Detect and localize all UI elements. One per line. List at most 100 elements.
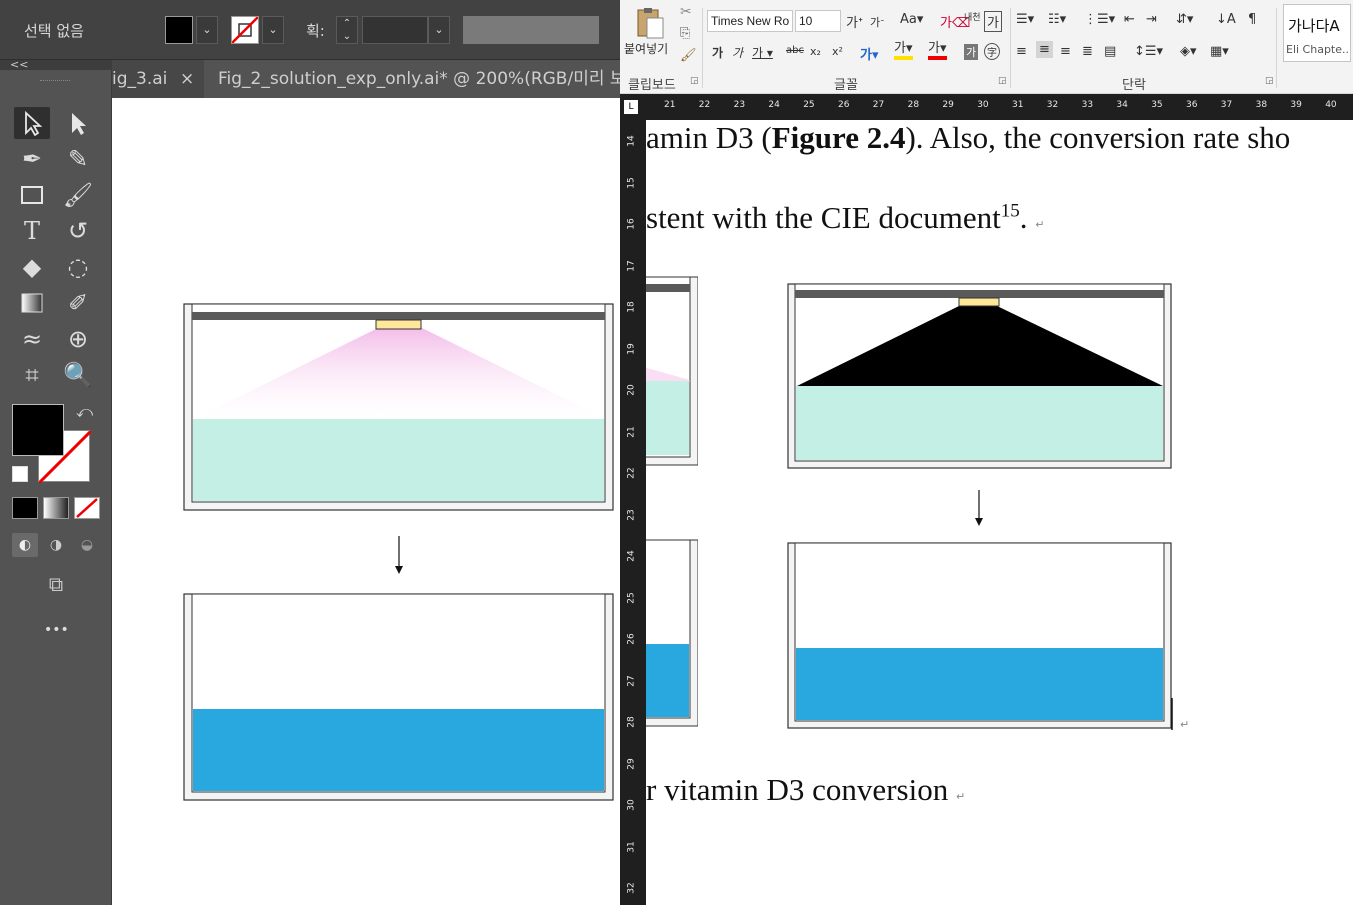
default-colors-icon[interactable] xyxy=(12,466,28,482)
char-shading-icon[interactable]: 가 xyxy=(964,44,979,60)
superscript-icon[interactable]: x² xyxy=(832,45,843,58)
subscript-icon[interactable]: x₂ xyxy=(810,45,821,58)
control-bar: 선택 없음 ⌄ ⌄ 획: ⌃ ⌄ ⌄ xyxy=(0,0,620,60)
cut-icon[interactable]: ✂ xyxy=(680,4,692,20)
line-spacing-icon[interactable]: ↕☰▾ xyxy=(1134,44,1163,59)
increase-indent-icon[interactable]: ⇥ xyxy=(1146,12,1157,27)
align-left-icon[interactable]: ≡ xyxy=(1016,44,1027,59)
shape-builder-tool-icon[interactable]: ⊕ xyxy=(60,323,96,355)
horizontal-ruler[interactable]: L 21 22 23 24 25 26 27 28 29 30 31 32 33 34 35 36 37 38 39… xyxy=(620,94,1353,120)
borders-icon[interactable]: ▦▾ xyxy=(1210,44,1229,59)
bold-icon[interactable]: 가 xyxy=(712,44,723,61)
grow-font-icon[interactable]: 가ᐩ xyxy=(846,12,863,31)
rotate-tool-icon[interactable]: ↺ xyxy=(60,215,96,247)
strikethrough-icon[interactable]: abc xyxy=(786,45,804,56)
shrink-font-icon[interactable]: 가ᐨ xyxy=(870,14,884,30)
zoom-tool-icon[interactable]: 🔍 xyxy=(60,359,96,391)
artboard[interactable] xyxy=(112,98,620,905)
stroke-weight-dropdown[interactable]: ⌄ xyxy=(428,16,450,44)
text-direction-icon[interactable]: ⇵▾ xyxy=(1176,12,1193,27)
edit-toolbar-button[interactable]: ••• xyxy=(44,622,69,638)
variable-width-profile[interactable] xyxy=(463,16,599,44)
ruler-number: 34 xyxy=(1116,100,1128,110)
fill-dropdown[interactable]: ⌄ xyxy=(196,16,218,44)
stroke-dropdown[interactable]: ⌄ xyxy=(262,16,284,44)
change-case-icon[interactable]: Aa▾ xyxy=(900,12,923,27)
stroke-weight-field[interactable] xyxy=(362,16,428,44)
tab-selector-icon[interactable]: L xyxy=(624,100,638,114)
word-window: 붙여넣기 ✂ ⎘ 🖌 클립보드 ◲ Times New Ro 10 가ᐩ 가ᐨ … xyxy=(620,0,1353,905)
draw-behind-icon[interactable]: ◑ xyxy=(43,533,69,557)
container-with-dark-cone xyxy=(787,283,1172,469)
rectangle-tool-icon[interactable] xyxy=(14,179,50,211)
distribute-icon[interactable]: ▤ xyxy=(1104,44,1116,59)
tab-fig-3[interactable]: ig_3.ai × xyxy=(112,60,204,98)
clipboard-launcher-icon[interactable]: ◲ xyxy=(690,76,699,86)
gradient-mode-icon[interactable] xyxy=(43,497,69,519)
selection-tool-icon[interactable] xyxy=(14,107,50,139)
decrease-indent-icon[interactable]: ⇤ xyxy=(1124,12,1135,27)
justify-icon[interactable]: ≣ xyxy=(1082,44,1093,59)
phonetic-guide-icon[interactable]: 내천 xyxy=(964,10,981,23)
lasso-tool-icon[interactable]: ◌ xyxy=(60,251,96,283)
color-mode-icon[interactable] xyxy=(12,497,38,519)
container-with-lamp xyxy=(183,303,614,511)
format-painter-icon[interactable]: 🖌 xyxy=(680,48,697,63)
direct-selection-tool-icon[interactable] xyxy=(60,107,96,139)
curvature-tool-icon[interactable]: ✎ xyxy=(60,143,96,175)
numbering-icon[interactable]: ☷▾ xyxy=(1048,12,1066,27)
eraser-tool-icon[interactable]: ◆ xyxy=(14,251,50,283)
screen-mode-icon[interactable]: ⧉ xyxy=(38,572,74,596)
stroke-swatch[interactable] xyxy=(231,16,259,44)
stroke-weight-stepper[interactable]: ⌃ ⌄ xyxy=(336,16,358,44)
close-icon[interactable]: × xyxy=(180,60,194,98)
eyedropper-tool-icon[interactable]: ✐ xyxy=(60,287,96,319)
underline-icon[interactable]: 가 ▾ xyxy=(752,44,773,61)
copy-icon[interactable]: ⎘ xyxy=(680,26,690,41)
swap-colors-icon[interactable]: ⤺ xyxy=(76,402,93,422)
fill-color-box[interactable] xyxy=(12,404,64,456)
paragraph-launcher-icon[interactable]: ◲ xyxy=(1265,76,1274,86)
draw-normal-icon[interactable]: ◐ xyxy=(12,533,38,557)
collapse-toolbar-button[interactable]: << xyxy=(10,58,28,71)
ruler-number: 26 xyxy=(838,100,850,110)
bullets-icon[interactable]: ☰▾ xyxy=(1016,12,1034,27)
sort-icon[interactable]: ↓A xyxy=(1216,12,1236,27)
ruler-number: 21 xyxy=(626,425,637,438)
style-gallery-item[interactable]: 가나다A Eli Chapte... xyxy=(1283,4,1351,62)
ruler-number: 38 xyxy=(1255,100,1268,110)
text-effects-icon[interactable]: 가▾ xyxy=(860,44,879,63)
italic-icon[interactable]: 가 xyxy=(732,44,743,61)
draw-inside-icon[interactable]: ◒ xyxy=(74,533,100,557)
warp-tool-icon[interactable]: ≈ xyxy=(14,323,50,355)
font-color-icon[interactable]: 가▾ xyxy=(928,42,947,60)
figure-reference: Figure 2.4 xyxy=(771,120,906,155)
highlight-icon[interactable]: 가▾ xyxy=(894,42,913,60)
tab-fig-2-solution[interactable]: Fig_2_solution_exp_only.ai* @ 200%(RGB/미… xyxy=(204,60,620,98)
multilevel-list-icon[interactable]: ⋮☰▾ xyxy=(1084,12,1115,27)
document-page[interactable]: amin D3 (Figure 2.4). Also, the conversi… xyxy=(646,120,1353,905)
show-marks-icon[interactable]: ¶ xyxy=(1248,12,1256,27)
align-right-icon[interactable]: ≡ xyxy=(1060,44,1071,59)
embedded-figure[interactable] xyxy=(646,270,1353,740)
paste-button[interactable]: 붙여넣기 xyxy=(624,40,668,57)
style-name: Eli Chapte... xyxy=(1286,43,1351,56)
shading-icon[interactable]: ◈▾ xyxy=(1180,44,1197,59)
grip-handle[interactable] xyxy=(40,80,70,83)
paste-icon[interactable] xyxy=(634,6,666,40)
vertical-ruler[interactable]: 14 15 16 17 18 19 20 21 22 23 24 25 26 27 28 29 30 31 32 xyxy=(620,120,646,905)
align-center-icon[interactable]: ≡ xyxy=(1036,41,1053,58)
font-name-box[interactable]: Times New Ro xyxy=(707,10,793,32)
font-size-box[interactable]: 10 xyxy=(795,10,841,32)
paragraph-mark: ↵ xyxy=(955,790,966,803)
font-launcher-icon[interactable]: ◲ xyxy=(998,76,1007,86)
none-mode-icon[interactable] xyxy=(74,497,100,519)
gradient-tool-icon[interactable] xyxy=(14,287,50,319)
fill-swatch[interactable] xyxy=(165,16,193,44)
enclose-char-icon[interactable]: 字 xyxy=(984,43,1000,60)
artboard-tool-icon[interactable]: ⌗ xyxy=(14,359,50,391)
pen-tool-icon[interactable]: ✒ xyxy=(14,143,50,175)
type-tool-icon[interactable]: T xyxy=(14,215,50,247)
char-border-icon[interactable]: 가 xyxy=(984,11,1002,32)
paintbrush-tool-icon[interactable]: 🖌 xyxy=(60,179,96,211)
